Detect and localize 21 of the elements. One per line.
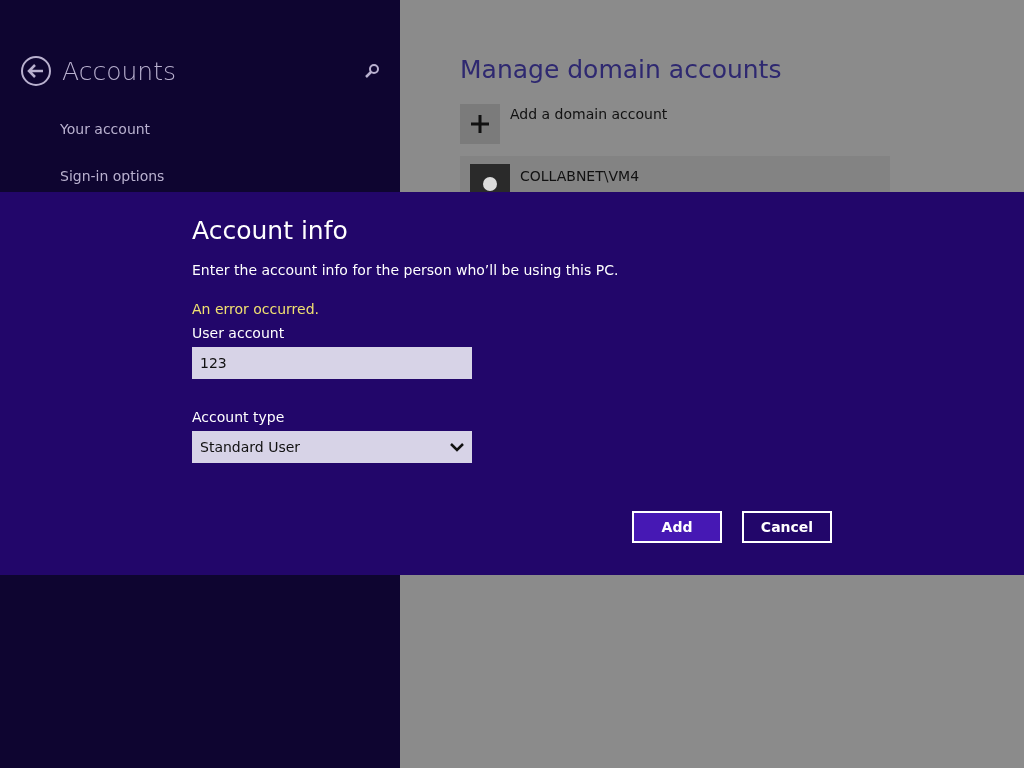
user-icon xyxy=(482,174,498,194)
cancel-button[interactable]: Cancel xyxy=(742,511,832,543)
add-button[interactable]: Add xyxy=(632,511,722,543)
field-label: User account xyxy=(192,325,286,341)
nav-item[interactable]: Sign-in options xyxy=(60,168,380,184)
back-icon[interactable] xyxy=(20,55,52,87)
field-label: Account type xyxy=(192,409,286,425)
search-icon[interactable] xyxy=(364,63,380,79)
nav-item[interactable]: Your account xyxy=(60,121,380,137)
dialog-title: Account info xyxy=(192,216,349,245)
add-account-label[interactable]: Add a domain account xyxy=(510,106,668,144)
error-message: An error occurred. xyxy=(192,301,320,317)
add-tile[interactable] xyxy=(460,104,500,144)
dialog-description: Enter the account info for the person who’ll be using this PC. xyxy=(192,262,620,278)
page-title: Manage domain accounts xyxy=(460,55,783,84)
plus-icon xyxy=(470,114,490,134)
account-type-dropdown[interactable]: Standard User xyxy=(192,431,472,463)
user-account-field[interactable]: 123 xyxy=(192,347,472,379)
pane-title: Accounts xyxy=(62,56,177,86)
chevron-icon xyxy=(450,442,464,452)
account-name: COLLABNET\VM4 xyxy=(520,168,640,186)
